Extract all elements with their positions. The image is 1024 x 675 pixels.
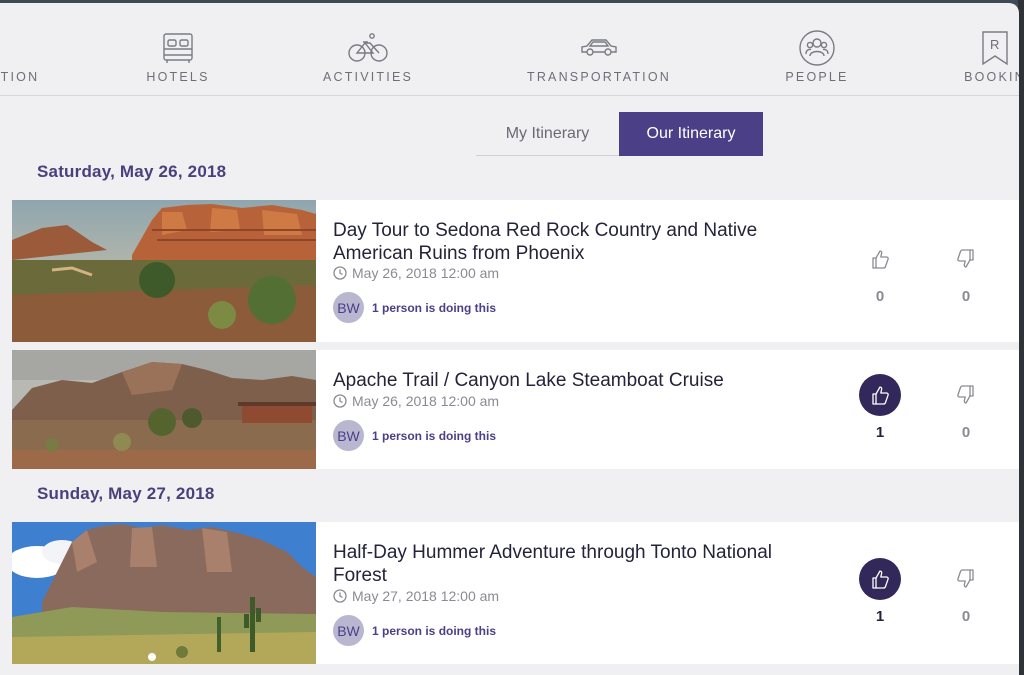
nav-item-label: TRANSPORTATION [526, 70, 671, 84]
like-button[interactable] [859, 558, 901, 600]
like-button[interactable] [859, 374, 901, 416]
tab-our-itinerary[interactable]: Our Itinerary [619, 112, 763, 156]
participants-text[interactable]: 1 person is doing this [372, 429, 496, 443]
dislike-vote: 0 [944, 558, 988, 625]
nav-item-hotels[interactable]: HOTELS [128, 3, 228, 95]
day-date-heading: Saturday, May 26, 2018 [37, 162, 227, 181]
like-vote: 0 [858, 238, 902, 305]
avatar[interactable]: BW [333, 292, 364, 323]
itinerary-tabs: My Itinerary Our Itinerary [476, 112, 763, 156]
like-button[interactable] [859, 238, 901, 280]
dislike-count: 0 [961, 288, 971, 305]
dislike-count: 0 [961, 424, 971, 441]
activity-datetime: May 26, 2018 12:00 am [333, 265, 499, 281]
nav-item-label: BOOKIN [964, 70, 1019, 84]
activity-card: Day Tour to Sedona Red Rock Country and … [12, 200, 1019, 342]
nav-item-activities[interactable]: ACTIVITIES [318, 3, 418, 95]
dislike-button[interactable] [945, 238, 987, 280]
bookmark-icon: R [980, 29, 1010, 67]
dislike-button[interactable] [945, 374, 987, 416]
bookmark-letter: R [990, 37, 1000, 52]
car-icon [579, 29, 619, 67]
dislike-count: 0 [961, 608, 971, 625]
day-date-heading: Sunday, May 27, 2018 [37, 484, 215, 503]
thumbs-up-icon [872, 386, 889, 405]
dislike-vote: 0 [944, 374, 988, 441]
activity-image-sedona[interactable] [12, 200, 316, 342]
clock-icon [333, 266, 347, 280]
participants: BW 1 person is doing this [333, 420, 496, 451]
activity-title[interactable]: Day Tour to Sedona Red Rock Country and … [333, 219, 813, 265]
nav-item-destination[interactable]: TION [0, 3, 50, 95]
thumbs-down-icon [957, 385, 974, 404]
thumbs-up-icon [872, 250, 889, 269]
tab-my-itinerary[interactable]: My Itinerary [476, 112, 619, 156]
like-count: 0 [875, 288, 885, 305]
avatar[interactable]: BW [333, 420, 364, 451]
like-count: 1 [875, 608, 885, 625]
participants-text[interactable]: 1 person is doing this [372, 301, 496, 315]
nav-item-label: TION [0, 70, 40, 84]
participants: BW 1 person is doing this [333, 292, 496, 323]
activity-image-apache-trail[interactable] [12, 350, 316, 469]
activity-datetime-text: May 26, 2018 12:00 am [352, 393, 500, 409]
participants-text[interactable]: 1 person is doing this [372, 624, 496, 638]
nav-item-label: HOTELS [146, 70, 210, 84]
dislike-button[interactable] [945, 558, 987, 600]
bed-icon [160, 29, 196, 67]
clock-icon [333, 394, 347, 408]
activity-datetime: May 26, 2018 12:00 am [333, 393, 499, 409]
participants: BW 1 person is doing this [333, 615, 496, 646]
like-vote: 1 [858, 558, 902, 625]
nav-item-label: ACTIVITIES [322, 70, 414, 84]
clock-icon [333, 589, 347, 603]
activity-image-tonto[interactable] [12, 522, 316, 664]
activity-title[interactable]: Apache Trail / Canyon Lake Steamboat Cru… [333, 369, 813, 392]
activity-datetime-text: May 27, 2018 12:00 am [352, 588, 500, 604]
activity-title[interactable]: Half-Day Hummer Adventure through Tonto … [333, 541, 813, 587]
like-vote: 1 [858, 374, 902, 441]
thumbs-up-icon [872, 570, 889, 589]
dislike-vote: 0 [944, 238, 988, 305]
category-nav: TION HOTELS ACTIVITIES TRANSPORTATION PE… [0, 3, 1019, 96]
activity-card: Apache Trail / Canyon Lake Steamboat Cru… [12, 350, 1019, 469]
itinerary-app: TION HOTELS ACTIVITIES TRANSPORTATION PE… [0, 3, 1019, 675]
thumbs-down-icon [957, 569, 974, 588]
nav-item-label: PEOPLE [785, 70, 849, 84]
activity-datetime: May 27, 2018 12:00 am [333, 588, 499, 604]
thumbs-down-icon [957, 249, 974, 268]
nav-item-bookings[interactable]: R BOOKIN [960, 3, 1019, 95]
nav-item-transportation[interactable]: TRANSPORTATION [524, 3, 674, 95]
activity-card: Half-Day Hummer Adventure through Tonto … [12, 522, 1019, 664]
bicycle-icon [348, 29, 388, 67]
avatar[interactable]: BW [333, 615, 364, 646]
activity-datetime-text: May 26, 2018 12:00 am [352, 265, 500, 281]
like-count: 1 [875, 424, 885, 441]
people-icon [798, 29, 836, 67]
nav-item-people[interactable]: PEOPLE [777, 3, 857, 95]
